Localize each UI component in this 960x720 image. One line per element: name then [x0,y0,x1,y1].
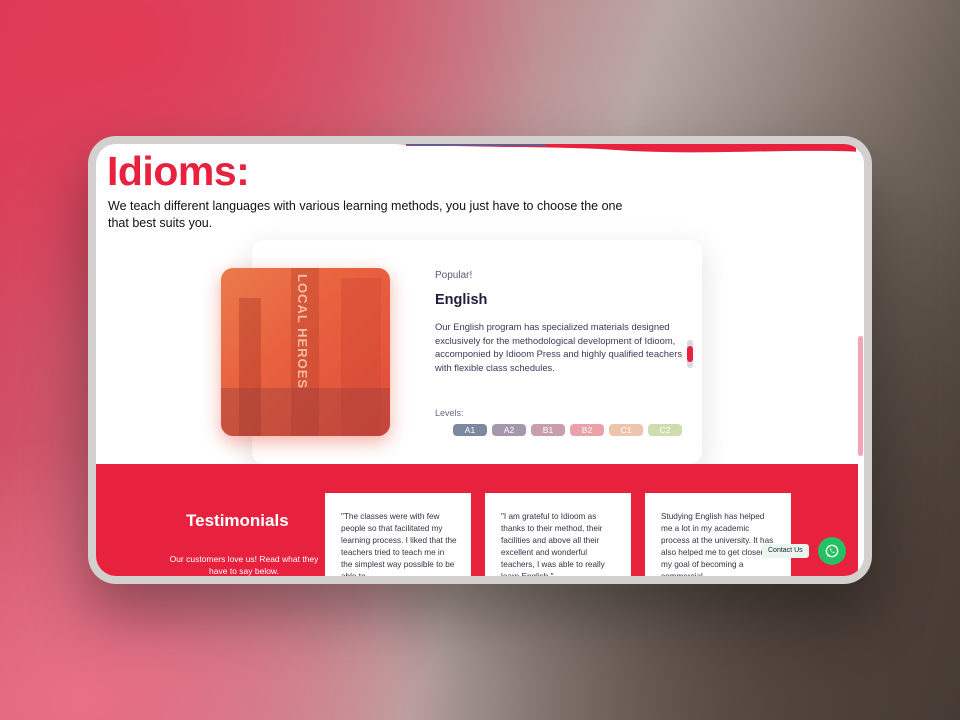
image-sign-text: LOCAL HEROES [295,274,310,390]
testimonials-title: Testimonials [186,511,289,530]
contact-us-label[interactable]: Contact Us [762,544,809,558]
device-frame: Idioms: We teach different languages wit… [88,136,872,584]
course-description: Our English program has specialized mate… [435,321,683,373]
whatsapp-button[interactable] [818,537,846,565]
level-badge-c2[interactable]: C2 [648,424,682,436]
level-badge-b2[interactable]: B2 [570,424,604,436]
level-badge-a1[interactable]: A1 [453,424,487,436]
screen: Idioms: We teach different languages wit… [96,144,864,576]
testimonial-card: "The classes were with few people so tha… [325,493,471,576]
level-badge-c1[interactable]: C1 [609,424,643,436]
levels-list: A1 A2 B1 B2 C1 C2 [453,424,682,436]
image-street [221,388,390,436]
testimonial-text: "I am grateful to Idioom as thanks to th… [501,512,605,576]
page-scrollbar-thumb[interactable] [858,336,863,456]
course-image: LOCAL HEROES [221,268,390,436]
whatsapp-icon [825,544,839,558]
level-badge-a2[interactable]: A2 [492,424,526,436]
page-subtitle: We teach different languages with variou… [108,199,623,230]
description-scrollbar-thumb[interactable] [687,346,693,362]
testimonial-text: Studying English has helped me a lot in … [661,512,774,576]
level-badge-b1[interactable]: B1 [531,424,565,436]
testimonial-card: "I am grateful to Idioom as thanks to th… [485,493,631,576]
testimonial-text: "The classes were with few people so tha… [341,512,457,576]
course-title: English [435,292,488,308]
levels-label: Levels: [435,408,464,418]
testimonial-card: Studying English has helped me a lot in … [645,493,791,576]
popular-tag: Popular! [435,270,473,281]
testimonials-subtitle: Our customers love us! Read what they ha… [169,554,319,576]
page-title: Idioms: [107,148,250,194]
description-scrollbar[interactable] [687,340,693,368]
